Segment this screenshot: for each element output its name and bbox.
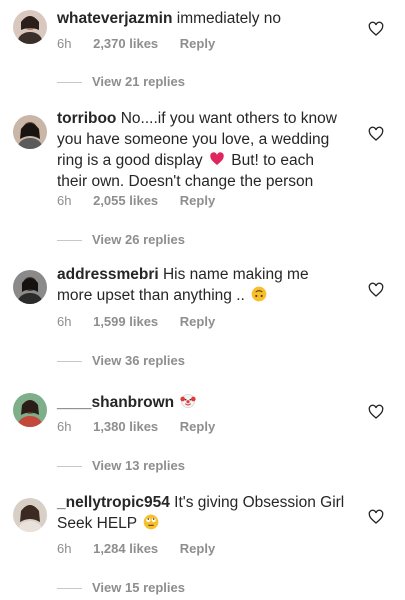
username[interactable]: addressmebri (57, 266, 159, 283)
replies-divider (57, 240, 82, 242)
timestamp: 6h (57, 419, 72, 434)
replies-divider (57, 466, 82, 468)
reply-button[interactable]: Reply (180, 36, 215, 51)
clown-face-emoji (180, 393, 197, 409)
timestamp: 6h (57, 314, 72, 329)
reply-button[interactable]: Reply (180, 193, 215, 208)
likes-count[interactable]: 1,380 likes (93, 419, 158, 434)
view-replies-button[interactable]: View 21 replies (57, 74, 185, 89)
view-replies-label: View 36 replies (92, 353, 185, 368)
likes-count[interactable]: 1,599 likes (93, 314, 158, 329)
comment-body: torriboo No....if you want others to kno… (57, 108, 347, 192)
avatar[interactable] (13, 115, 47, 149)
comment-body: addressmebri His name making me more ups… (57, 264, 347, 306)
avatar[interactable] (13, 270, 47, 304)
view-replies-label: View 13 replies (92, 458, 185, 473)
timestamp: 6h (57, 541, 72, 556)
heart-outline-icon[interactable] (368, 282, 384, 298)
reply-button[interactable]: Reply (180, 419, 215, 434)
comment-meta: 6h 1,284 likes Reply (57, 541, 233, 556)
username[interactable]: torriboo (57, 110, 116, 127)
username[interactable]: _nellytropic954 (57, 494, 170, 511)
likes-count[interactable]: 1,284 likes (93, 541, 158, 556)
replies-divider (57, 361, 82, 363)
timestamp: 6h (57, 193, 72, 208)
red-heart-emoji (209, 151, 225, 167)
comment-meta: 6h 2,370 likes Reply (57, 36, 233, 51)
comment-body: whateverjazmin immediately no (57, 8, 347, 29)
comment-meta: 6h 2,055 likes Reply (57, 193, 233, 208)
heart-outline-icon[interactable] (368, 509, 384, 525)
heart-outline-icon[interactable] (368, 21, 384, 37)
view-replies-button[interactable]: View 15 replies (57, 580, 185, 595)
view-replies-button[interactable]: View 26 replies (57, 232, 185, 247)
reply-button[interactable]: Reply (180, 314, 215, 329)
avatar[interactable] (13, 393, 47, 427)
reply-button[interactable]: Reply (180, 541, 215, 556)
comment-meta: 6h 1,599 likes Reply (57, 314, 233, 329)
replies-divider (57, 588, 82, 590)
avatar[interactable] (13, 498, 47, 532)
rolling-eyes-emoji (143, 514, 159, 530)
view-replies-button[interactable]: View 13 replies (57, 458, 185, 473)
username[interactable]: ____shanbrown (57, 394, 174, 411)
likes-count[interactable]: 2,055 likes (93, 193, 158, 208)
replies-divider (57, 82, 82, 84)
view-replies-label: View 26 replies (92, 232, 185, 247)
comment-text: immediately no (176, 10, 281, 27)
comment-meta: 6h 1,380 likes Reply (57, 419, 233, 434)
timestamp: 6h (57, 36, 72, 51)
username[interactable]: whateverjazmin (57, 10, 172, 27)
avatar[interactable] (13, 10, 47, 44)
comment-body: _nellytropic954 It's giving Obsession Gi… (57, 492, 347, 534)
view-replies-label: View 15 replies (92, 580, 185, 595)
view-replies-button[interactable]: View 36 replies (57, 353, 185, 368)
likes-count[interactable]: 2,370 likes (93, 36, 158, 51)
heart-outline-icon[interactable] (368, 126, 384, 142)
heart-outline-icon[interactable] (368, 404, 384, 420)
view-replies-label: View 21 replies (92, 74, 185, 89)
comment-body: ____shanbrown (57, 392, 347, 413)
upside-down-face-emoji (251, 286, 267, 302)
